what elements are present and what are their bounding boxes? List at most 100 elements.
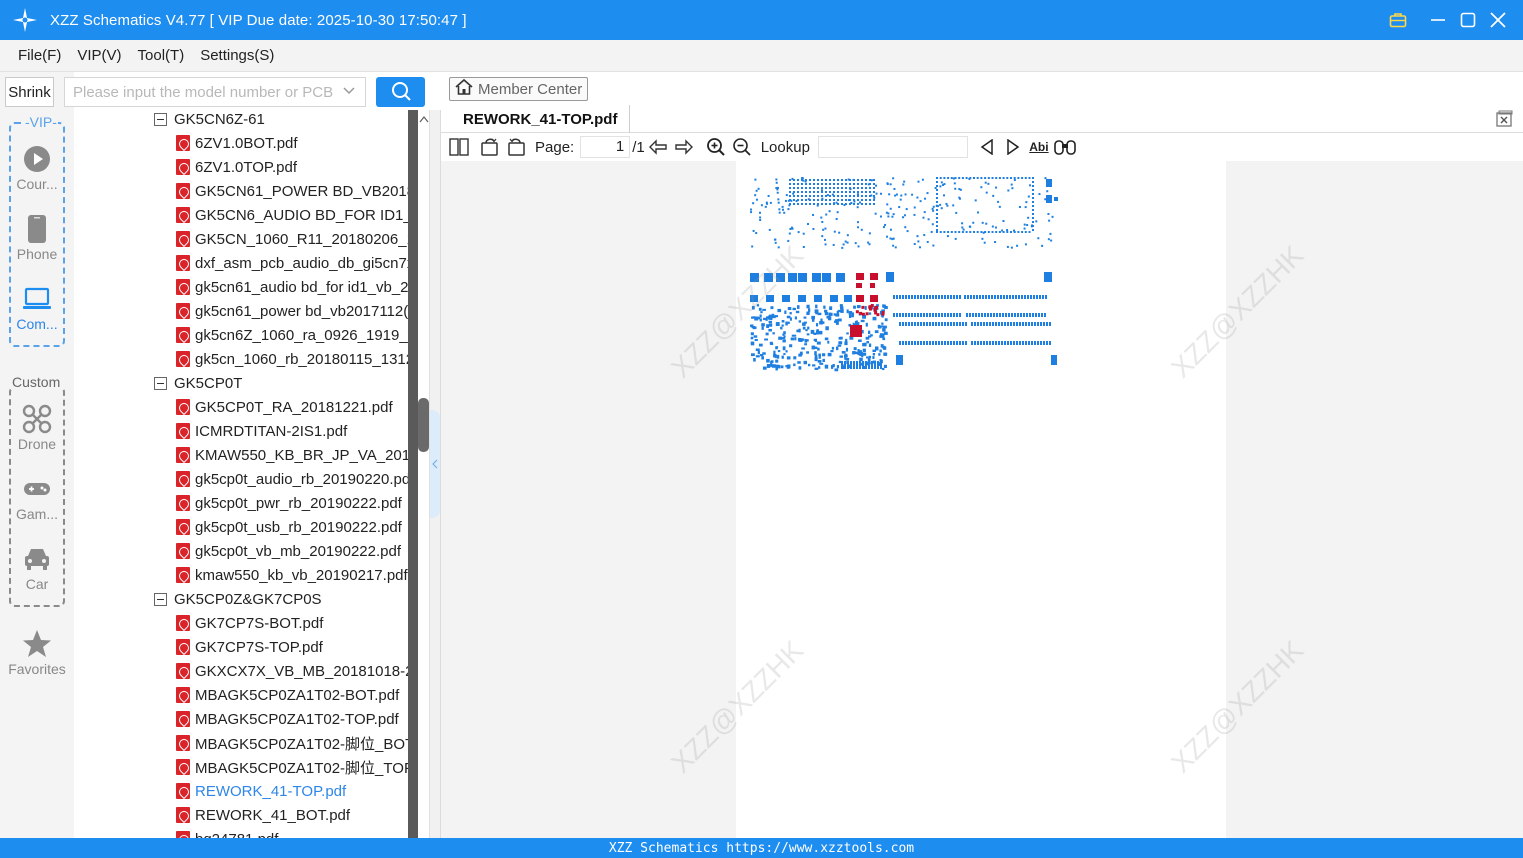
zoom-in-icon[interactable] <box>703 134 729 160</box>
page-number-input[interactable]: 1 <box>580 136 631 158</box>
shrink-button[interactable]: Shrink <box>5 77 54 107</box>
window-title: XZZ Schematics V4.77 [ VIP Due date: 202… <box>50 11 467 29</box>
pdf-icon <box>176 735 190 751</box>
collapse-panel-handle[interactable] <box>430 410 440 518</box>
rail-item-courses[interactable]: Cour... <box>0 144 74 192</box>
tree-file[interactable]: gk5cp0t_usb_rb_20190222.pdf <box>176 515 402 539</box>
tree-file[interactable]: gk5cp0t_audio_rb_20190220.pd <box>176 467 408 491</box>
rail-item-phone[interactable]: Phone <box>0 214 74 262</box>
rotate-right-icon[interactable] <box>503 134 529 160</box>
tree-folder[interactable]: GK5CP0T <box>154 371 242 395</box>
maximize-icon[interactable] <box>1453 0 1483 40</box>
tree-item-label: GK5CN6_AUDIO BD_FOR ID1_RA <box>195 206 408 224</box>
zoom-out-icon[interactable] <box>729 134 755 160</box>
tree-file[interactable]: gk5cn61_power bd_vb2017112( <box>176 299 408 323</box>
search-prev-icon[interactable] <box>974 134 1000 160</box>
member-center-button[interactable]: Member Center <box>449 77 588 101</box>
search-button[interactable] <box>376 77 425 107</box>
tree-file[interactable]: GKXCX7X_VB_MB_20181018-23( <box>176 659 408 683</box>
tree-folder[interactable]: GK5CP0Z&GK7CP0S <box>154 587 322 611</box>
tree-item-label: GK5CN_1060_R11_20180206_16 <box>195 230 408 248</box>
tree-file[interactable]: GK5CN_1060_R11_20180206_16 <box>176 227 408 251</box>
tree-item-label: GK5CN6Z-61 <box>174 110 265 128</box>
tree-item-label: kmaw550_kb_vb_20190217.pdf <box>195 566 408 584</box>
prev-page-icon[interactable] <box>645 134 671 160</box>
tree-file[interactable]: GK5CP0T_RA_20181221.pdf <box>176 395 393 419</box>
play-icon <box>22 144 52 174</box>
pdf-viewer[interactable]: XZZ@XZZHK XZZ@XZZHK XZZ@XZZHK XZZ@XZZHK <box>441 161 1523 838</box>
tree-file[interactable]: MBAGK5CP0ZA1T02-脚位_BOT.p <box>176 731 408 755</box>
rail-label: Drone <box>17 436 57 452</box>
tree-file[interactable]: GK5CN61_POWER BD_VB20180 <box>176 179 408 203</box>
collapse-icon[interactable] <box>154 592 167 606</box>
menu-file[interactable]: File(F) <box>10 47 69 64</box>
collapse-icon[interactable] <box>154 376 167 390</box>
collapse-icon[interactable] <box>154 112 167 126</box>
tree-file[interactable]: MBAGK5CP0ZA1T02-脚位_TOP.p <box>176 755 408 779</box>
search-next-icon[interactable] <box>1000 134 1026 160</box>
match-case-toggle[interactable]: Abi <box>1026 134 1052 160</box>
tree-file[interactable]: REWORK_41-TOP.pdf <box>176 779 346 803</box>
menu-settings[interactable]: Settings(S) <box>192 47 282 64</box>
lookup-input[interactable] <box>817 136 968 158</box>
tree-item-label: bq24781.pdf <box>195 831 278 839</box>
tree-file[interactable]: 6ZV1.0TOP.pdf <box>176 155 297 179</box>
tree-file[interactable]: GK7CP7S-TOP.pdf <box>176 635 323 659</box>
tree-file[interactable]: gk5cn61_audio bd_for id1_vb_2 <box>176 275 408 299</box>
two-page-icon[interactable] <box>441 134 477 160</box>
vip-bag-icon[interactable] <box>1383 0 1413 40</box>
tree-scrollbar-thumb[interactable] <box>418 398 429 452</box>
next-page-icon[interactable] <box>671 134 697 160</box>
tree-item-label: gk5cn61_power bd_vb2017112( <box>195 302 408 320</box>
pdf-icon <box>176 255 190 271</box>
tree-file[interactable]: MBAGK5CP0ZA1T02-BOT.pdf <box>176 683 399 707</box>
tree-file[interactable]: MBAGK5CP0ZA1T02-TOP.pdf <box>176 707 399 731</box>
tree-file[interactable]: gk5cp0t_vb_mb_20190222.pdf <box>176 539 401 563</box>
binoculars-icon[interactable] <box>1052 134 1078 160</box>
chevron-down-icon[interactable] <box>342 84 356 102</box>
pdf-icon <box>176 831 190 838</box>
rail-item-game[interactable]: Gam... <box>0 474 74 522</box>
tree-file[interactable]: bq24781.pdf <box>176 827 278 838</box>
pdf-icon <box>176 423 190 439</box>
tree-file[interactable]: GK7CP7S-BOT.pdf <box>176 611 323 635</box>
rail-item-car[interactable]: Car <box>0 544 74 592</box>
tree-file[interactable]: gk5cn6Z_1060_ra_0926_1919_fo <box>176 323 408 347</box>
tree-file[interactable]: ICMRDTITAN-2IS1.pdf <box>176 419 347 443</box>
tree-file[interactable]: GK5CN6_AUDIO BD_FOR ID1_RA <box>176 203 408 227</box>
pdf-icon <box>176 135 190 151</box>
tree-folder[interactable]: GK5CN6Z-61 <box>154 110 265 131</box>
laptop-icon <box>22 284 52 314</box>
tree-file[interactable]: gk5cp0t_pwr_rb_20190222.pdf <box>176 491 402 515</box>
rotate-left-icon[interactable] <box>477 134 503 160</box>
tree-file[interactable]: REWORK_41_BOT.pdf <box>176 803 350 827</box>
pdf-icon <box>176 351 190 367</box>
tree-item-label: KMAW550_KB_BR_JP_VA_20190 <box>195 446 408 464</box>
tree-file[interactable]: KMAW550_KB_BR_JP_VA_20190 <box>176 443 408 467</box>
close-icon[interactable] <box>1483 0 1513 40</box>
tree-file[interactable]: 6ZV1.0BOT.pdf <box>176 131 298 155</box>
pdf-icon <box>176 471 190 487</box>
star-icon <box>22 629 52 659</box>
tree-scrollbar-track[interactable] <box>408 110 418 838</box>
close-tabs-icon[interactable] <box>1495 110 1513 128</box>
rail-item-drone[interactable]: Drone <box>0 404 74 452</box>
menu-tool[interactable]: Tool(T) <box>130 47 193 64</box>
tab-rework-41-top[interactable]: REWORK_41-TOP.pdf <box>451 105 631 133</box>
rail-item-favorites[interactable]: Favorites <box>0 629 74 677</box>
file-tree: GK5CN6Z-61 6ZV1.0BOT.pdf 6ZV1.0TOP.pdf GK5C… <box>74 110 408 838</box>
search-input[interactable]: Please input the model number or PCB <box>64 77 366 107</box>
tree-item-label: MBAGK5CP0ZA1T02-脚位_BOT.p <box>195 735 408 753</box>
minimize-icon[interactable] <box>1423 0 1453 40</box>
tree-item-label: MBAGK5CP0ZA1T02-脚位_TOP.p <box>195 759 408 777</box>
car-icon <box>22 544 52 574</box>
scroll-up-icon[interactable] <box>418 112 429 126</box>
tree-file[interactable]: gk5cn_1060_rb_20180115_1312. <box>176 347 408 371</box>
rail-item-computer[interactable]: Com... <box>0 284 74 332</box>
tree-item-label: gk5cp0t_audio_rb_20190220.pd <box>195 470 408 488</box>
phone-icon <box>22 214 52 244</box>
menu-vip[interactable]: VIP(V) <box>69 47 129 64</box>
tree-file[interactable]: kmaw550_kb_vb_20190217.pdf <box>176 563 408 587</box>
tree-file[interactable]: dxf_asm_pcb_audio_db_gi5cn7x <box>176 251 408 275</box>
